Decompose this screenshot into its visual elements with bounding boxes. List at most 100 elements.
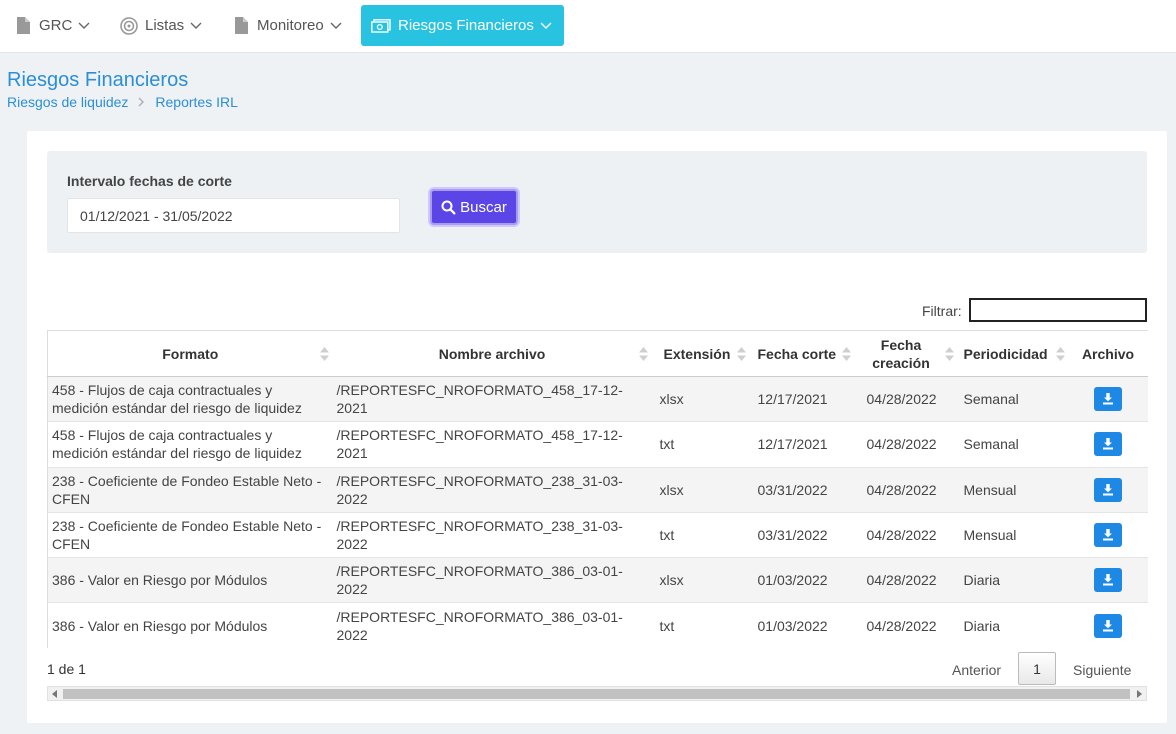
cell-formato: 458 - Flujos de caja contractuales y med… (47, 421, 333, 468)
chevron-down-icon (330, 22, 342, 30)
download-icon (1103, 483, 1113, 496)
cell-nombre-archivo: /REPORTESFC_NROFORMATO_238_31-03-2022 (332, 511, 652, 558)
cell-archivo (1068, 511, 1148, 558)
cell-periodicidad: Mensual (957, 466, 1069, 513)
table-info: 1 de 1 (47, 661, 86, 677)
cell-periodicidad: Semanal (957, 421, 1069, 468)
search-icon (441, 200, 456, 215)
table-row: 458 - Flujos de caja contractuales y med… (47, 421, 1148, 468)
download-button[interactable] (1094, 387, 1122, 412)
sort-icon (841, 346, 851, 361)
cell-nombre-archivo: /REPORTESFC_NROFORMATO_458_17-12-2021 (332, 375, 652, 422)
cell-archivo (1068, 421, 1148, 468)
table-row: 238 - Coeficiente de Fondeo Estable Neto… (47, 511, 1148, 558)
horizontal-scrollbar[interactable] (47, 686, 1147, 701)
cell-extension: xlsx (651, 375, 750, 422)
column-label: Fecha corte (757, 345, 837, 362)
reports-card: Intervalo fechas de corte Buscar Filtrar… (27, 131, 1167, 723)
download-icon (1103, 619, 1113, 632)
nav-item-listas[interactable]: Listas (108, 5, 212, 46)
table-row: 238 - Coeficiente de Fondeo Estable Neto… (47, 466, 1148, 513)
page-title: Riesgos Financieros (7, 69, 189, 91)
cell-extension: txt (651, 421, 750, 468)
nav-item-label: Listas (145, 17, 185, 34)
column-label: Formato (162, 345, 219, 362)
pagination-page-1[interactable]: 1 (1018, 652, 1056, 685)
date-range-input[interactable] (67, 198, 400, 233)
nav-item-label: GRC (39, 17, 73, 34)
column-header-fecha-creacion[interactable]: Fecha creación (854, 330, 958, 377)
nav-item-monitoreo[interactable]: Monitoreo (220, 5, 352, 46)
breadcrumb-item-riesgos-liquidez[interactable]: Riesgos de liquidez (7, 94, 128, 110)
money-icon (371, 17, 391, 35)
download-button[interactable] (1094, 568, 1122, 593)
cell-archivo (1068, 557, 1148, 603)
table-row: 386 - Valor en Riesgo por Módulos /REPOR… (47, 557, 1148, 603)
cell-archivo (1068, 375, 1148, 422)
cell-archivo (1068, 602, 1148, 649)
cell-periodicidad: Semanal (957, 375, 1069, 422)
search-button[interactable]: Buscar (430, 189, 518, 225)
column-label: Nombre archivo (438, 345, 546, 362)
column-header-periodicidad[interactable]: Periodicidad (957, 330, 1069, 377)
cell-extension: txt (651, 511, 750, 558)
search-button-label: Buscar (460, 198, 507, 216)
cell-fecha-creacion: 04/28/2022 (854, 421, 958, 468)
cell-fecha-creacion: 04/28/2022 (854, 557, 958, 603)
download-icon (1103, 529, 1113, 541)
download-icon (1103, 438, 1113, 450)
cell-fecha-creacion: 04/28/2022 (854, 511, 958, 558)
download-icon (1103, 393, 1113, 405)
nav-item-label: Riesgos Financieros (398, 17, 534, 34)
cell-formato: 386 - Valor en Riesgo por Módulos (47, 557, 333, 603)
download-button[interactable] (1094, 432, 1122, 457)
column-label: Fecha creación (872, 336, 930, 371)
download-button[interactable] (1094, 477, 1122, 502)
table-header-row: Formato Nombre archivo Extensión Fecha c… (47, 330, 1148, 377)
cell-extension: xlsx (651, 557, 750, 603)
column-header-fecha-corte[interactable]: Fecha corte (749, 330, 855, 377)
column-header-nombre-archivo[interactable]: Nombre archivo (332, 330, 652, 377)
scroll-left-arrow-icon[interactable] (52, 690, 57, 698)
column-header-extension[interactable]: Extensión (651, 330, 750, 377)
download-button[interactable] (1094, 613, 1122, 638)
breadcrumb-item-reportes-irl[interactable]: Reportes IRL (155, 94, 237, 110)
download-button[interactable] (1094, 523, 1122, 548)
cell-fecha-creacion: 04/28/2022 (854, 466, 958, 513)
nav-item-riesgos-financieros[interactable]: Riesgos Financieros (361, 5, 564, 46)
cell-fecha-corte: 03/31/2022 (749, 511, 855, 558)
pagination-next[interactable]: Siguiente (1073, 662, 1131, 678)
cell-fecha-creacion: 04/28/2022 (854, 375, 958, 422)
cell-fecha-corte: 03/31/2022 (749, 466, 855, 513)
chevron-down-icon (540, 22, 552, 30)
nav-item-grc[interactable]: GRC (2, 5, 100, 46)
pagination-previous[interactable]: Anterior (952, 662, 1001, 678)
cell-nombre-archivo: /REPORTESFC_NROFORMATO_458_17-12-2021 (332, 421, 652, 468)
chevron-right-icon (138, 97, 145, 107)
chevron-down-icon (78, 22, 90, 30)
cell-formato: 386 - Valor en Riesgo por Módulos (47, 602, 333, 649)
scroll-right-arrow-icon[interactable] (1137, 690, 1142, 698)
cell-extension: txt (651, 602, 750, 649)
download-icon (1103, 574, 1113, 586)
cell-fecha-corte: 01/03/2022 (749, 602, 855, 649)
cell-nombre-archivo: /REPORTESFC_NROFORMATO_238_31-03-2022 (332, 466, 652, 513)
filter-panel: Intervalo fechas de corte Buscar (47, 151, 1147, 253)
file-icon (14, 17, 32, 35)
column-label: Extensión (663, 345, 731, 362)
chevron-down-icon (190, 22, 202, 30)
scrollbar-thumb[interactable] (63, 689, 1130, 699)
column-header-formato[interactable]: Formato (47, 330, 333, 377)
cell-formato: 458 - Flujos de caja contractuales y med… (47, 375, 333, 422)
reports-table: Formato Nombre archivo Extensión Fecha c… (47, 330, 1148, 649)
table-row: 386 - Valor en Riesgo por Módulos /REPOR… (47, 602, 1148, 649)
sort-icon (1055, 346, 1065, 361)
cell-periodicidad: Diaria (957, 557, 1069, 603)
cell-extension: xlsx (651, 466, 750, 513)
filter-label: Filtrar: (922, 303, 962, 319)
cell-fecha-corte: 12/17/2021 (749, 375, 855, 422)
top-nav: GRC Listas Monitoreo Riesgos Financieros (0, 0, 1176, 53)
sort-icon (944, 346, 954, 361)
cell-fecha-corte: 01/03/2022 (749, 557, 855, 603)
filter-input[interactable] (969, 298, 1147, 322)
